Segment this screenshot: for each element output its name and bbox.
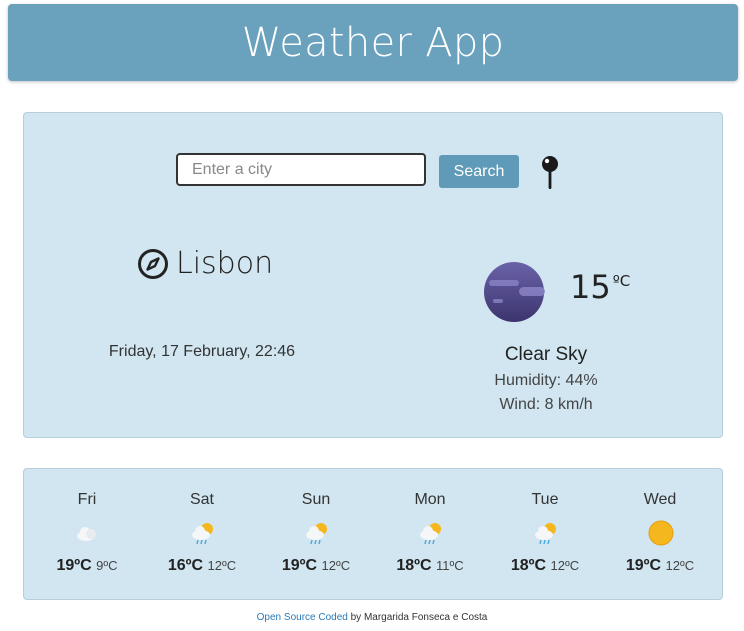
forecast-max: 16ºC	[167, 557, 204, 574]
sun-rain-cloud-icon	[192, 523, 213, 545]
weather-description: Clear Sky	[504, 344, 588, 365]
forecast-day-name: Fri	[77, 491, 97, 508]
forecast-day-name: Wed	[643, 491, 677, 508]
forecast-min: 12ºC	[207, 558, 237, 573]
location-pin-icon[interactable]	[540, 155, 560, 191]
forecast-min: 12ºC	[550, 558, 580, 573]
forecast-panel: Fri 19ºC 9ºC Sat 16ºC 12ºC Sun 19ºC 12ºC…	[23, 468, 723, 600]
compass-icon	[138, 248, 168, 279]
city-search-input[interactable]	[176, 153, 426, 186]
page-footer: Open Source Coded by Margarida Fonseca e…	[0, 612, 744, 623]
forecast-max: 18ºC	[510, 557, 547, 574]
source-code-link[interactable]: Open Source Coded	[257, 612, 348, 623]
night-clear-icon	[484, 262, 545, 322]
author-credit: by Margarida Fonseca e Costa	[347, 612, 488, 623]
sun-icon	[648, 520, 674, 546]
forecast-max: 19ºC	[281, 557, 318, 574]
forecast-day-name: Tue	[531, 491, 559, 508]
search-button[interactable]: Search	[439, 155, 519, 188]
city-name: Lisbon	[176, 246, 274, 281]
forecast-day: Sun 19ºC 12ºC	[259, 469, 373, 599]
current-date: Friday, 17 February, 22:46	[108, 343, 296, 360]
forecast-max: 19ºC	[625, 557, 662, 574]
sun-rain-cloud-icon	[306, 523, 327, 545]
forecast-min: 11ºC	[436, 558, 464, 573]
sun-rain-cloud-icon	[535, 523, 556, 545]
forecast-day: Wed 19ºC 12ºC	[603, 469, 717, 599]
current-weather-panel: Search Lisbon Friday, 17 February, 22:46…	[23, 112, 723, 438]
wind-value: Wind: 8 km/h	[499, 396, 593, 413]
forecast-temps: 19ºC 12ºC	[259, 557, 373, 575]
sun-rain-cloud-icon	[420, 523, 441, 545]
cloud-icon	[77, 527, 96, 541]
forecast-day: Sat 16ºC 12ºC	[145, 469, 259, 599]
forecast-temps: 19ºC 9ºC	[30, 557, 144, 575]
forecast-day-name: Mon	[414, 491, 446, 508]
current-temperature: 15 ºC	[570, 268, 631, 306]
humidity-value: Humidity: 44%	[494, 372, 598, 389]
forecast-temps: 18ºC 11ºC	[373, 557, 487, 575]
forecast-max: 19ºC	[56, 557, 92, 574]
forecast-min: 9ºC	[96, 558, 118, 573]
forecast-day-name: Sat	[189, 491, 214, 508]
forecast-temps: 18ºC 12ºC	[488, 557, 602, 575]
forecast-day: Tue 18ºC 12ºC	[488, 469, 602, 599]
app-title: Weather App	[241, 19, 505, 66]
forecast-max: 18ºC	[396, 557, 432, 574]
forecast-day: Mon 18ºC 11ºC	[373, 469, 487, 599]
forecast-temps: 16ºC 12ºC	[145, 557, 259, 575]
forecast-min: 12ºC	[321, 558, 351, 573]
forecast-day-name: Sun	[301, 491, 331, 508]
temperature-unit: ºC	[612, 272, 631, 290]
app-header: Weather App	[8, 4, 738, 81]
forecast-min: 12ºC	[665, 558, 695, 573]
city-heading: Lisbon	[137, 246, 273, 281]
forecast-temps: 19ºC 12ºC	[603, 557, 717, 575]
forecast-day: Fri 19ºC 9ºC	[30, 469, 144, 599]
